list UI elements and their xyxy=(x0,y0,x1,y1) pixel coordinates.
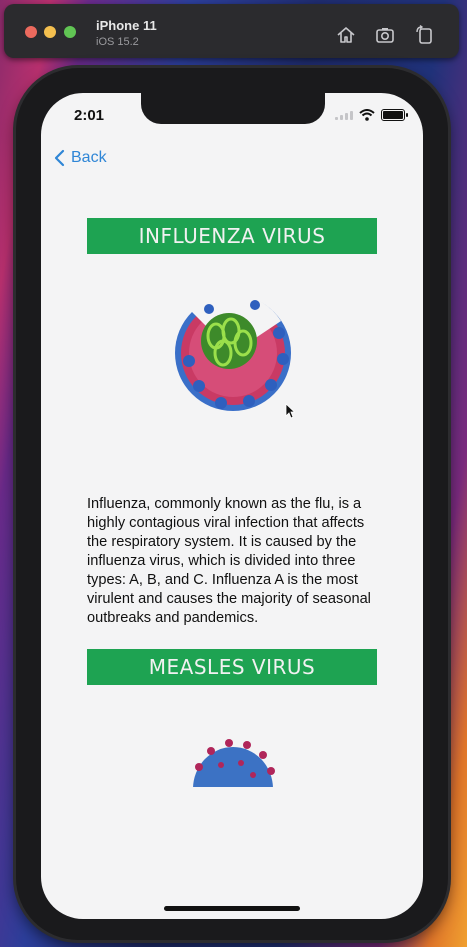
notch xyxy=(141,93,325,124)
simulator-device-name: iPhone 11 xyxy=(96,18,157,33)
simulator-toolbar: iPhone 11 iOS 15.2 xyxy=(4,4,459,58)
cellular-signal-icon xyxy=(335,110,353,120)
measles-title-banner: MEASLES VIRUS xyxy=(87,649,377,685)
back-button[interactable]: Back xyxy=(53,149,107,167)
iphone-device-frame: 2:01 Back INFLUENZA VIRUS Influenza, com… xyxy=(16,68,448,940)
battery-icon xyxy=(381,109,408,121)
home-icon[interactable] xyxy=(335,24,357,46)
wifi-icon xyxy=(359,109,375,121)
mouse-cursor-icon xyxy=(285,403,295,419)
influenza-title-banner: INFLUENZA VIRUS xyxy=(87,218,377,254)
app-screen: 2:01 Back INFLUENZA VIRUS Influenza, com… xyxy=(41,93,423,919)
simulator-os-version: iOS 15.2 xyxy=(96,36,139,48)
measles-virus-image xyxy=(193,739,275,787)
chevron-left-icon xyxy=(54,149,65,167)
back-label: Back xyxy=(71,149,107,166)
zoom-window-button[interactable] xyxy=(64,26,76,38)
influenza-description: Influenza, commonly known as the flu, is… xyxy=(87,495,371,626)
status-time: 2:01 xyxy=(74,107,105,124)
screenshot-icon[interactable] xyxy=(374,24,396,46)
influenza-virus-image xyxy=(175,294,291,411)
rotate-icon[interactable] xyxy=(414,24,436,46)
minimize-window-button[interactable] xyxy=(44,26,56,38)
home-indicator[interactable] xyxy=(164,906,300,911)
status-icons xyxy=(335,109,408,121)
close-window-button[interactable] xyxy=(25,26,37,38)
